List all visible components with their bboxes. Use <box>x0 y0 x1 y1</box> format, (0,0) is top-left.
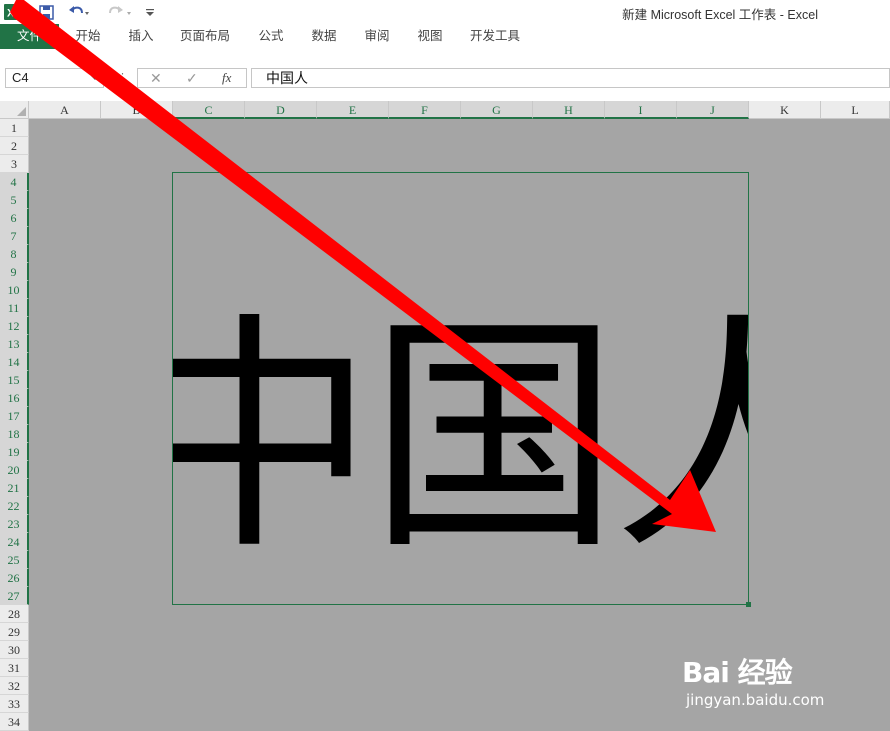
baidu-watermark: Bai 经验 jingyan.baidu.com <box>682 651 852 721</box>
annotation-arrow <box>10 0 716 532</box>
watermark-brand: Bai 经验 <box>682 656 793 689</box>
arrow-shape <box>10 0 716 532</box>
watermark-url: jingyan.baidu.com <box>686 691 825 709</box>
